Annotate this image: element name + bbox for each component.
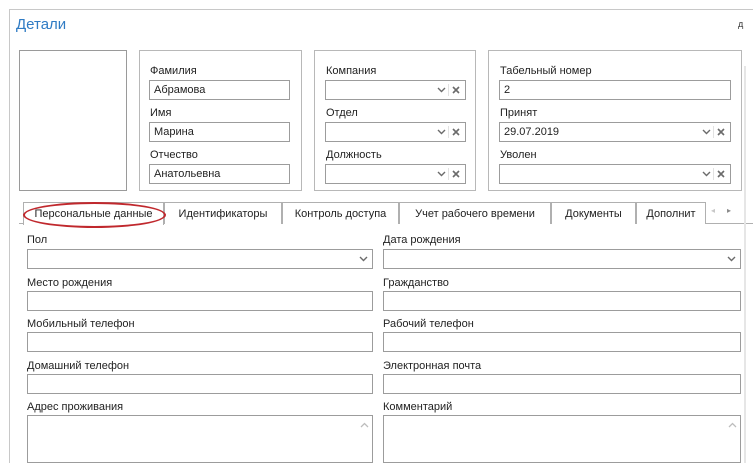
truncated-label: д — [738, 19, 744, 29]
home-phone-label: Домашний телефон — [27, 360, 130, 372]
comment-label: Комментарий — [383, 401, 453, 413]
work-phone-field[interactable] — [383, 332, 741, 352]
address-label: Адрес проживания — [27, 401, 124, 413]
home-phone-field[interactable] — [27, 374, 373, 394]
chevron-down-icon[interactable] — [434, 82, 448, 98]
company-combo[interactable] — [325, 80, 466, 100]
hired-label: Принят — [500, 107, 538, 119]
hired-value: 29.07.2019 — [504, 126, 560, 138]
annotation-ellipse — [23, 202, 166, 228]
organization-group: Компания Отдел Должность — [314, 50, 476, 191]
personal-data-pane: Пол Дата рождения Место рождения Граждан… — [19, 224, 753, 463]
tab-time-tracking[interactable]: Учет рабочего времени — [399, 202, 551, 224]
email-label: Электронная почта — [383, 360, 482, 372]
chevron-up-icon[interactable] — [728, 422, 737, 428]
employee-number-field[interactable]: 2 — [499, 80, 731, 100]
birth-date-picker[interactable] — [383, 249, 741, 269]
gender-combo[interactable] — [27, 249, 373, 269]
company-label: Компания — [326, 65, 377, 77]
close-icon[interactable] — [449, 124, 463, 140]
employee-number-label: Табельный номер — [500, 65, 592, 77]
mobile-phone-label: Мобильный телефон — [27, 318, 135, 330]
tab-documents[interactable]: Документы — [551, 202, 636, 224]
comment-textarea[interactable] — [383, 415, 741, 463]
chevron-up-icon[interactable] — [360, 422, 369, 428]
email-field[interactable] — [383, 374, 741, 394]
position-combo[interactable] — [325, 164, 466, 184]
tab-scroll-right-icon[interactable]: ▸ — [727, 206, 731, 215]
middle-name-label: Отчество — [150, 149, 198, 161]
first-name-field[interactable]: Марина — [149, 122, 290, 142]
middle-name-field[interactable]: Анатольевна — [149, 164, 290, 184]
birth-place-label: Место рождения — [27, 277, 113, 289]
photo-box[interactable] — [19, 50, 127, 191]
tab-additional[interactable]: Дополнит — [636, 202, 706, 224]
page-title: Детали — [16, 16, 67, 33]
citizenship-label: Гражданство — [383, 277, 449, 289]
tab-access-control[interactable]: Контроль доступа — [282, 202, 399, 224]
chevron-down-icon[interactable] — [699, 124, 713, 140]
position-label: Должность — [326, 149, 382, 161]
tab-scroll-left-icon[interactable]: ◂ — [711, 206, 715, 215]
chevron-down-icon[interactable] — [434, 166, 448, 182]
close-icon[interactable] — [449, 166, 463, 182]
last-name-label: Фамилия — [150, 65, 197, 77]
close-icon[interactable] — [449, 82, 463, 98]
address-textarea[interactable] — [27, 415, 373, 463]
citizenship-field[interactable] — [383, 291, 741, 311]
department-label: Отдел — [326, 107, 358, 119]
chevron-down-icon[interactable] — [356, 251, 370, 267]
comment-scrollbar[interactable] — [724, 416, 740, 462]
name-group: Фамилия Абрамова Имя Марина Отчество Ана… — [139, 50, 302, 191]
chevron-down-icon[interactable] — [434, 124, 448, 140]
birth-date-label: Дата рождения — [383, 234, 461, 246]
chevron-down-icon[interactable] — [724, 251, 738, 267]
close-icon[interactable] — [714, 166, 728, 182]
mobile-phone-field[interactable] — [27, 332, 373, 352]
chevron-down-icon[interactable] — [699, 166, 713, 182]
gender-label: Пол — [27, 234, 48, 246]
dismissed-label: Уволен — [500, 149, 537, 161]
hired-date-picker[interactable]: 29.07.2019 — [499, 122, 731, 142]
employment-group: Табельный номер 2 Принят 29.07.2019 Увол… — [488, 50, 742, 191]
birth-place-field[interactable] — [27, 291, 373, 311]
dismissed-date-picker[interactable] — [499, 164, 731, 184]
work-phone-label: Рабочий телефон — [383, 318, 474, 330]
address-scrollbar[interactable] — [356, 416, 372, 462]
close-icon[interactable] — [714, 124, 728, 140]
department-combo[interactable] — [325, 122, 466, 142]
last-name-field[interactable]: Абрамова — [149, 80, 290, 100]
tab-identifiers[interactable]: Идентификаторы — [164, 202, 282, 224]
first-name-label: Имя — [150, 107, 172, 119]
window-scrollbar[interactable] — [744, 66, 746, 463]
